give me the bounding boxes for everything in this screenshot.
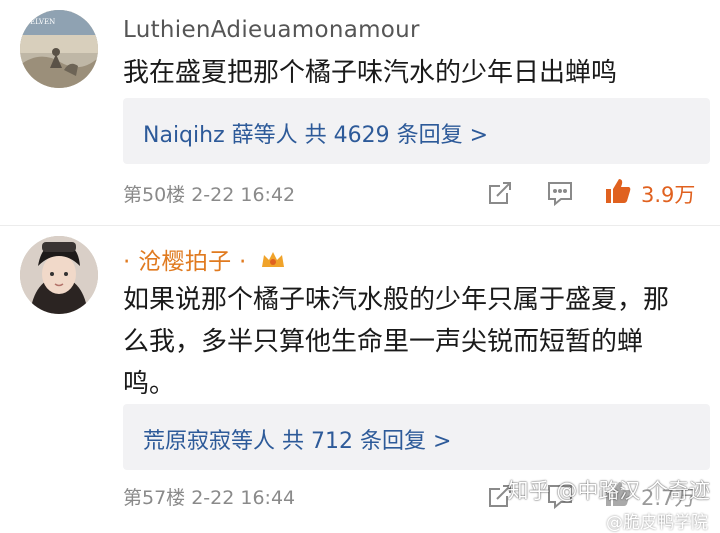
comment-text: 我在盛夏把那个橘子味汽水的少年日出蝉鸣 (123, 58, 618, 88)
comment-text-line: 鸣。 (123, 369, 176, 399)
reply-summary-box[interactable]: 荒原寂寂等人 共 712 条回复 > (123, 404, 710, 470)
floor-and-time: 第57楼 2-22 16:44 (123, 487, 296, 509)
reply-summary-link[interactable]: 荒原寂寂等人 共 712 条回复 > (143, 423, 451, 455)
like-count: 3.9万 (641, 183, 696, 207)
comment-icon[interactable] (545, 178, 575, 208)
comment-text-line: 如果说那个橘子味汽水般的少年只属于盛夏，那 (123, 285, 670, 315)
comment-item: ELVEN LuthienAdieuamonamour 我在盛夏把那个橘子味汽水… (0, 0, 720, 225)
watermark-sub: @脆皮鸭学院 (606, 513, 708, 533)
username[interactable]: LuthienAdieuamonamour (123, 17, 420, 43)
watermark: 知乎 @中路汉 个奇迹 (507, 479, 710, 503)
reply-summary-link[interactable]: Naiqihz 薛等人 共 4629 条回复 > (143, 117, 488, 149)
crown-badge-icon (262, 252, 285, 267)
landscape-avatar-icon: ELVEN (20, 10, 98, 88)
svg-text:ELVEN: ELVEN (30, 18, 55, 26)
share-icon[interactable] (485, 178, 515, 208)
girl-portrait-avatar-icon (20, 236, 98, 314)
comment-text: 如果说那个橘子味汽水般的少年只属于盛夏，那 么我，多半只算他生命里一声尖锐而短暂… (123, 279, 713, 405)
user-avatar[interactable] (20, 236, 98, 314)
reply-summary-box[interactable]: Naiqihz 薛等人 共 4629 条回复 > (123, 98, 710, 164)
username[interactable]: · 沧樱拍子 · (123, 242, 286, 276)
comment-text-line: 么我，多半只算他生命里一声尖锐而短暂的蝉 (123, 327, 644, 357)
like-icon[interactable] (603, 176, 633, 206)
username-text: · 沧樱拍子 · (123, 249, 247, 275)
floor-and-time: 第50楼 2-22 16:42 (123, 184, 296, 206)
user-avatar[interactable]: ELVEN (20, 10, 98, 88)
